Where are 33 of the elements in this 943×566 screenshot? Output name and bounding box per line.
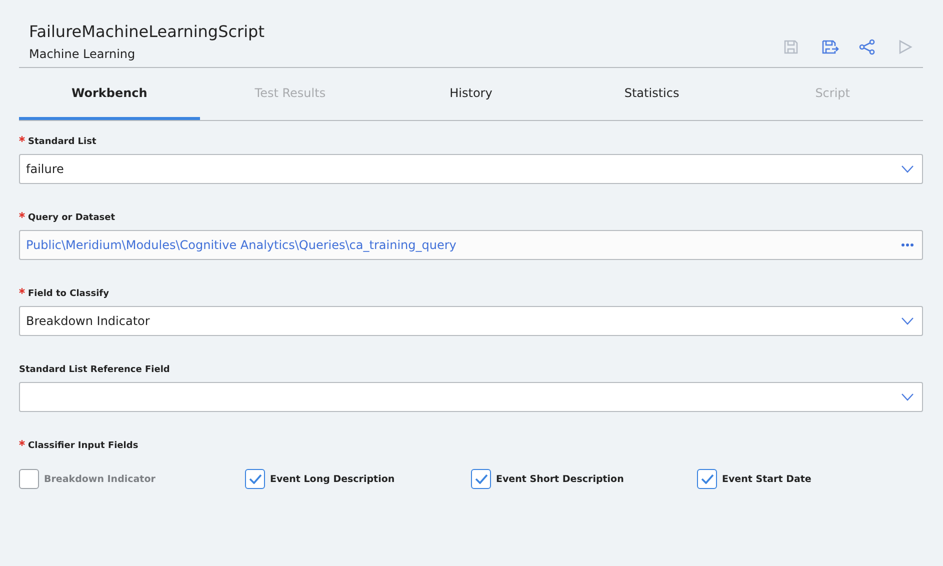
page-title: FailureMachineLearningScript <box>29 22 264 41</box>
tab[interactable]: History <box>380 68 562 120</box>
field-label: Query or Dataset <box>28 212 116 223</box>
checkbox[interactable] <box>245 469 265 489</box>
check-icon <box>474 474 488 484</box>
play-icon <box>897 39 913 55</box>
share-icon <box>859 39 875 55</box>
save-icon <box>821 39 839 55</box>
tab[interactable]: Workbench <box>19 68 200 120</box>
browse-field[interactable]: Public\Meridium\Modules\Cognitive Analytics\Queries\ca_training_query <box>19 230 923 260</box>
field-label: Classifier Input Fields <box>28 440 138 451</box>
field-label: Standard List Reference Field <box>19 364 170 375</box>
field-label: Field to Classify <box>28 288 109 299</box>
checkbox-label: Event Start Date <box>722 474 812 484</box>
check-icon <box>248 474 262 484</box>
dropdown-field[interactable] <box>19 382 923 412</box>
chevron-down-icon <box>901 165 914 173</box>
checkbox-label: Event Short Description <box>496 474 624 484</box>
field-label: Standard List <box>28 136 96 147</box>
checkbox[interactable] <box>471 469 491 489</box>
more-icon <box>901 243 914 247</box>
toolbar-button[interactable] <box>859 39 877 57</box>
dropdown-field[interactable]: Breakdown Indicator <box>19 306 923 336</box>
chevron-down-icon <box>901 317 914 325</box>
save-icon <box>783 39 799 55</box>
chevron-down-icon <box>901 393 914 401</box>
checkbox[interactable] <box>697 469 717 489</box>
dropdown-field[interactable]: failure <box>19 154 923 184</box>
check-icon <box>700 474 714 484</box>
page-subtitle: Machine Learning <box>29 47 136 61</box>
tab[interactable]: Statistics <box>561 68 742 120</box>
checkbox-label: Breakdown Indicator <box>44 474 156 484</box>
checkbox-label: Event Long Description <box>270 474 395 484</box>
